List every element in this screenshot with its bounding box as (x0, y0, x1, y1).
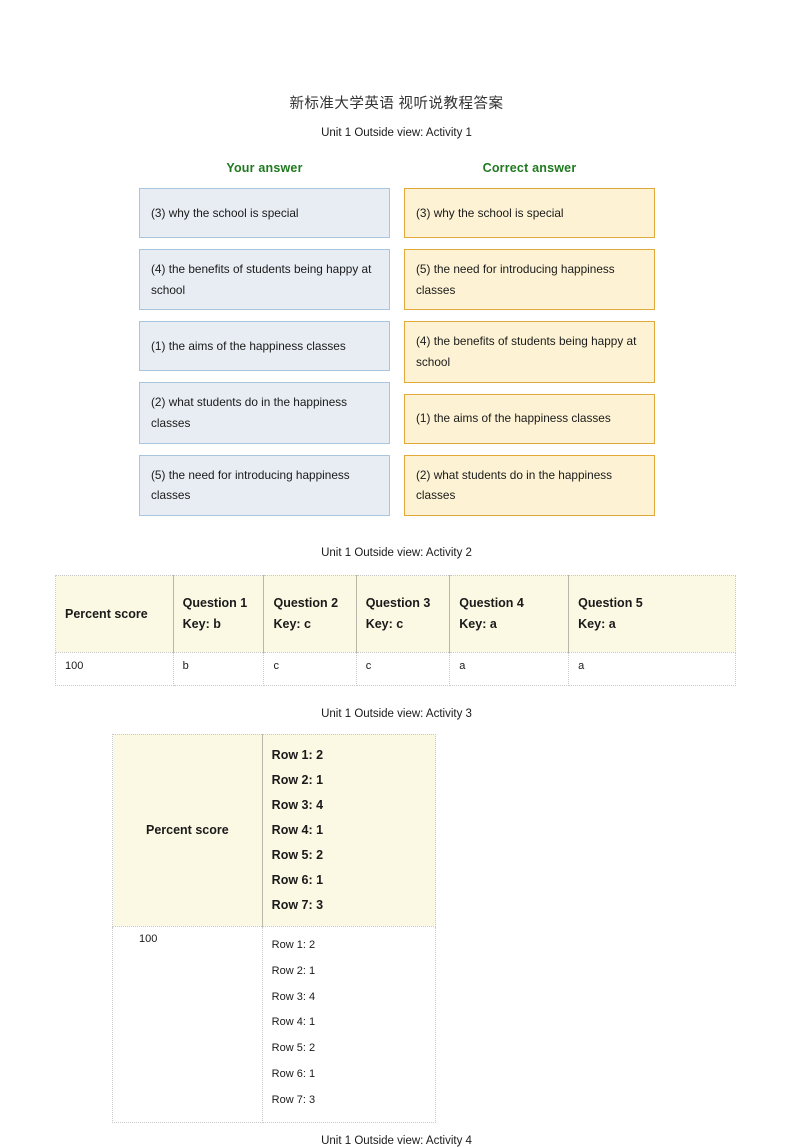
header-question-5-key: Key: a (578, 616, 616, 631)
activity-1-section: Your answer (3) why the school is specia… (0, 161, 793, 527)
cell-row-answer: Row 6: 1 (271, 1068, 316, 1081)
your-answer-column: Your answer (3) why the school is specia… (139, 161, 390, 527)
header-question-4: Question 4 Key: a (449, 574, 570, 653)
header-question-2: Question 2 Key: c (263, 574, 357, 653)
cell-row-answers: Row 1: 2 Row 2: 1 Row 3: 4 Row 4: 1 Row … (261, 925, 437, 1123)
header-percent-score: Percent score (112, 733, 263, 927)
table-row: 100 b c c a a (55, 651, 736, 686)
correct-answer-box: (2) what students do in the happiness cl… (404, 454, 655, 516)
table-header-row: Percent score Question 1 Key: b Question… (55, 574, 736, 653)
header-row-key: Row 7: 3 (271, 897, 324, 912)
cell-row-answer: Row 2: 1 (271, 964, 316, 977)
header-question-3: Question 3 Key: c (355, 574, 451, 653)
cell-row-answer: Row 1: 2 (271, 938, 316, 951)
caption-activity-4: Unit 1 Outside view: Activity 4 (321, 1134, 472, 1147)
cell-row-answer: Row 4: 1 (271, 1016, 316, 1029)
correct-answer-box: (5) the need for introducing happiness c… (404, 249, 655, 311)
activity-2-table: Percent score Question 1 Key: b Question… (55, 574, 736, 686)
header-row-key: Row 3: 4 (271, 797, 324, 812)
your-answer-box: (4) the benefits of students being happy… (139, 249, 390, 311)
your-answer-box: (3) why the school is special (139, 188, 390, 238)
table-row: 100 Row 1: 2 Row 2: 1 Row 3: 4 Row 4: 1 … (112, 925, 437, 1123)
your-answer-header: Your answer (226, 161, 303, 175)
cell-percent-score: 100 (112, 925, 263, 1123)
correct-answer-box: (4) the benefits of students being happy… (404, 321, 655, 383)
header-row-key: Row 5: 2 (271, 847, 324, 862)
correct-answer-column: Correct answer (3) why the school is spe… (404, 161, 655, 527)
cell-answer-q5: a (568, 651, 736, 686)
caption-activity-2: Unit 1 Outside view: Activity 2 (321, 546, 472, 559)
caption-activity-1: Unit 1 Outside view: Activity 1 (321, 127, 472, 139)
header-question-1: Question 1 Key: b (172, 574, 265, 653)
header-question-2-key: Key: c (273, 616, 312, 631)
header-question-2-title: Question 2 (273, 596, 339, 611)
cell-row-answer: Row 5: 2 (271, 1042, 316, 1055)
header-row-key: Row 4: 1 (271, 822, 324, 837)
activity-3-table: Percent score Row 1: 2 Row 2: 1 Row 3: 4… (112, 733, 437, 1123)
cell-answer-q1: b (172, 651, 265, 686)
cell-row-answer: Row 3: 4 (271, 990, 316, 1003)
header-row-key: Row 6: 1 (271, 872, 324, 887)
header-question-3-title: Question 3 (365, 596, 431, 611)
your-answer-box: (5) the need for introducing happiness c… (139, 454, 390, 516)
table-header-row: Percent score Row 1: 2 Row 2: 1 Row 3: 4… (112, 733, 437, 927)
header-question-5-title: Question 5 (578, 596, 643, 611)
cell-row-answer: Row 7: 3 (271, 1093, 316, 1106)
correct-answer-box: (3) why the school is special (404, 188, 655, 238)
header-question-5: Question 5 Key: a (568, 574, 736, 653)
cell-answer-q2: c (263, 651, 357, 686)
header-question-4-key: Key: a (459, 616, 497, 631)
correct-answer-box: (1) the aims of the happiness classes (404, 393, 655, 444)
correct-answer-header: Correct answer (482, 161, 577, 175)
cell-answer-q4: a (449, 651, 570, 686)
cell-percent-score: 100 (55, 651, 174, 686)
cell-answer-q3: c (355, 651, 451, 686)
page-title: 新标准大学英语 视听说教程答案 (289, 96, 504, 112)
activity-3-section: Percent score Row 1: 2 Row 2: 1 Row 3: 4… (0, 733, 793, 1123)
header-row-keys: Row 1: 2 Row 2: 1 Row 3: 4 Row 4: 1 Row … (261, 733, 437, 927)
your-answer-box: (2) what students do in the happiness cl… (139, 382, 390, 444)
header-percent-score: Percent score (55, 574, 174, 653)
header-row-key: Row 2: 1 (271, 772, 324, 787)
header-question-4-title: Question 4 (459, 596, 524, 611)
header-question-1-key: Key: b (182, 616, 221, 631)
your-answer-box: (1) the aims of the happiness classes (139, 321, 390, 372)
header-row-key: Row 1: 2 (271, 747, 324, 762)
header-question-3-key: Key: c (365, 616, 404, 631)
caption-activity-3: Unit 1 Outside view: Activity 3 (321, 707, 472, 720)
header-question-1-title: Question 1 (182, 596, 248, 611)
activity-2-section: Percent score Question 1 Key: b Question… (0, 574, 793, 686)
